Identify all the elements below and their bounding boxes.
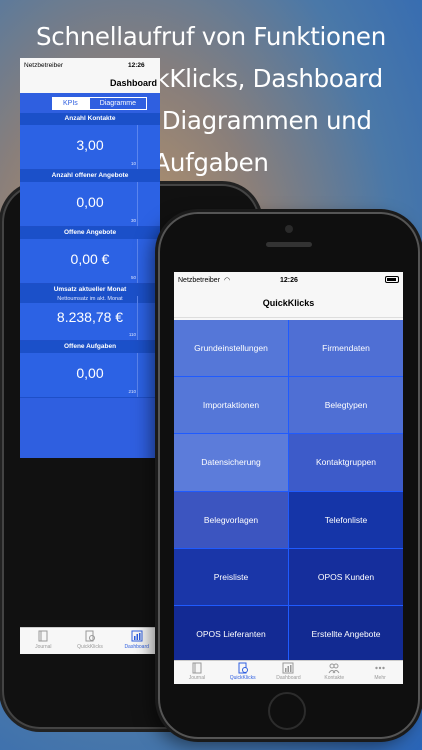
kpi-max: 10 <box>130 161 136 166</box>
tab-mehr[interactable]: Mehr <box>357 661 403 684</box>
dashboard-title: Dashboard <box>20 73 160 93</box>
kpi-value: 0,00 <box>76 365 104 381</box>
dashboard-empty-area <box>20 398 160 458</box>
tile-telefonliste[interactable]: Telefonliste <box>289 491 403 548</box>
tile-belegtypen[interactable]: Belegtypen <box>289 377 403 434</box>
segment-control: KPIs Diagramme <box>20 93 160 113</box>
kpi-title: Anzahl offener Angebote <box>20 170 160 182</box>
tile-opos-lieferanten[interactable]: OPOS Lieferanten <box>174 605 288 662</box>
segment-diagramme[interactable]: Diagramme <box>88 96 147 110</box>
kpi-max: 30 <box>130 218 136 223</box>
kpi-title: Anzahl Kontakte <box>20 113 160 125</box>
tile-grundeinstellungen[interactable]: Grundeinstellungen <box>174 320 288 377</box>
tile-importaktionen[interactable]: Importaktionen <box>174 377 288 434</box>
kpi-max: 110 <box>128 332 136 337</box>
quickklicks-screen: Netzbetreiber ◠ 12:26 QuickKlicks Grunde… <box>174 272 403 684</box>
tab-quickklicks-label: QuickKlicks <box>77 644 103 650</box>
quickklicks-grid: Grundeinstellungen Firmendaten Importakt… <box>174 320 403 662</box>
dashboard-icon <box>131 630 143 642</box>
contacts-icon <box>328 663 340 674</box>
tab-journal[interactable]: Journal <box>174 661 220 684</box>
kpi-divider <box>137 239 138 283</box>
tab-journal[interactable]: Journal <box>20 628 67 654</box>
tab-dashboard-label: Dashboard <box>124 644 149 650</box>
kpi-card[interactable]: Offene Angebote 0,00 € 50 <box>20 227 160 284</box>
tab-quickklicks-label: QuickKlicks <box>229 675 256 681</box>
carrier-label: Netzbetreiber <box>24 62 64 69</box>
kpi-divider <box>137 182 138 226</box>
carrier-label: Netzbetreiber <box>178 276 221 284</box>
tab-quickklicks[interactable]: QuickKlicks <box>67 628 114 654</box>
tile-preisliste[interactable]: Preisliste <box>174 548 288 605</box>
segment-kpis[interactable]: KPIs <box>52 96 89 110</box>
tab-dashboard-label: Dashboard <box>276 675 301 681</box>
dashboard-screen: Netzbetreiber 12:26 Dashboard KPIs Diagr… <box>20 58 160 654</box>
tab-dashboard[interactable]: Dashboard <box>113 628 160 654</box>
speaker-grille <box>266 242 312 247</box>
status-time: 12:26 <box>128 62 145 69</box>
quickklicks-title: QuickKlicks <box>174 288 403 318</box>
journal-icon <box>192 662 202 674</box>
wifi-icon: ◠ <box>224 277 231 284</box>
battery-icon <box>385 276 399 283</box>
tab-dashboard[interactable]: Dashboard <box>266 661 312 684</box>
kpi-divider <box>137 353 138 397</box>
tile-belegvorlagen[interactable]: Belegvorlagen <box>174 491 288 548</box>
journal-icon <box>38 630 48 642</box>
kpi-value: 0,00 <box>76 194 104 210</box>
kpi-value: 3,00 <box>76 137 104 153</box>
front-phone: Netzbetreiber ◠ 12:26 QuickKlicks Grunde… <box>158 212 420 739</box>
kpi-max: 50 <box>130 275 136 280</box>
kpi-title: Offene Aufgaben <box>20 341 160 353</box>
kpi-title: Offene Angebote <box>20 227 160 239</box>
status-bar: Netzbetreiber ◠ 12:26 <box>174 272 403 288</box>
kpi-subtitle: Nettoumsatz im akt. Monat <box>20 296 160 303</box>
kpi-value: 8.238,78 € <box>56 309 124 325</box>
tile-firmendaten[interactable]: Firmendaten <box>289 320 403 377</box>
kpi-card[interactable]: Anzahl Kontakte 3,00 10 <box>20 113 160 170</box>
camera-dot <box>285 225 293 233</box>
back-tab-bar: Journal QuickKlicks Dashboard <box>20 627 160 654</box>
more-icon <box>375 666 385 670</box>
tab-kontakte[interactable]: Kontakte <box>311 661 357 684</box>
kpi-card[interactable]: Umsatz aktueller Monat Nettoumsatz im ak… <box>20 284 160 341</box>
quickklicks-icon <box>85 630 95 642</box>
status-bar: Netzbetreiber 12:26 <box>20 58 160 73</box>
kpi-divider <box>137 125 138 169</box>
tab-journal-label: Journal <box>35 644 52 650</box>
kpi-title: Umsatz aktueller Monat <box>20 284 160 296</box>
quickklicks-icon <box>238 662 248 674</box>
tile-opos-kunden[interactable]: OPOS Kunden <box>289 548 403 605</box>
tile-kontaktgruppen[interactable]: Kontaktgruppen <box>289 434 403 491</box>
kpi-card[interactable]: Offene Aufgaben 0,00 210 <box>20 341 160 398</box>
tab-quickklicks[interactable]: QuickKlicks <box>220 661 266 684</box>
kpi-divider <box>137 296 138 340</box>
tab-kontakte-label: Kontakte <box>324 675 345 681</box>
tab-journal-label: Journal <box>188 675 206 681</box>
tile-datensicherung[interactable]: Datensicherung <box>174 434 288 491</box>
home-button[interactable] <box>268 692 306 730</box>
headline-line-1: Schnellaufruf von Funktionen <box>36 22 386 51</box>
tab-mehr-label: Mehr <box>374 675 386 681</box>
kpi-card[interactable]: Anzahl offener Angebote 0,00 30 <box>20 170 160 227</box>
kpi-max: 210 <box>128 389 136 394</box>
tile-erstellte-angebote[interactable]: Erstellte Angebote <box>289 605 403 662</box>
kpi-value: 0,00 € <box>70 251 110 267</box>
status-time: 12:26 <box>280 276 298 284</box>
front-tab-bar: Journal QuickKlicks Dashboard Kontakte M… <box>174 660 403 684</box>
dashboard-icon <box>282 662 294 674</box>
